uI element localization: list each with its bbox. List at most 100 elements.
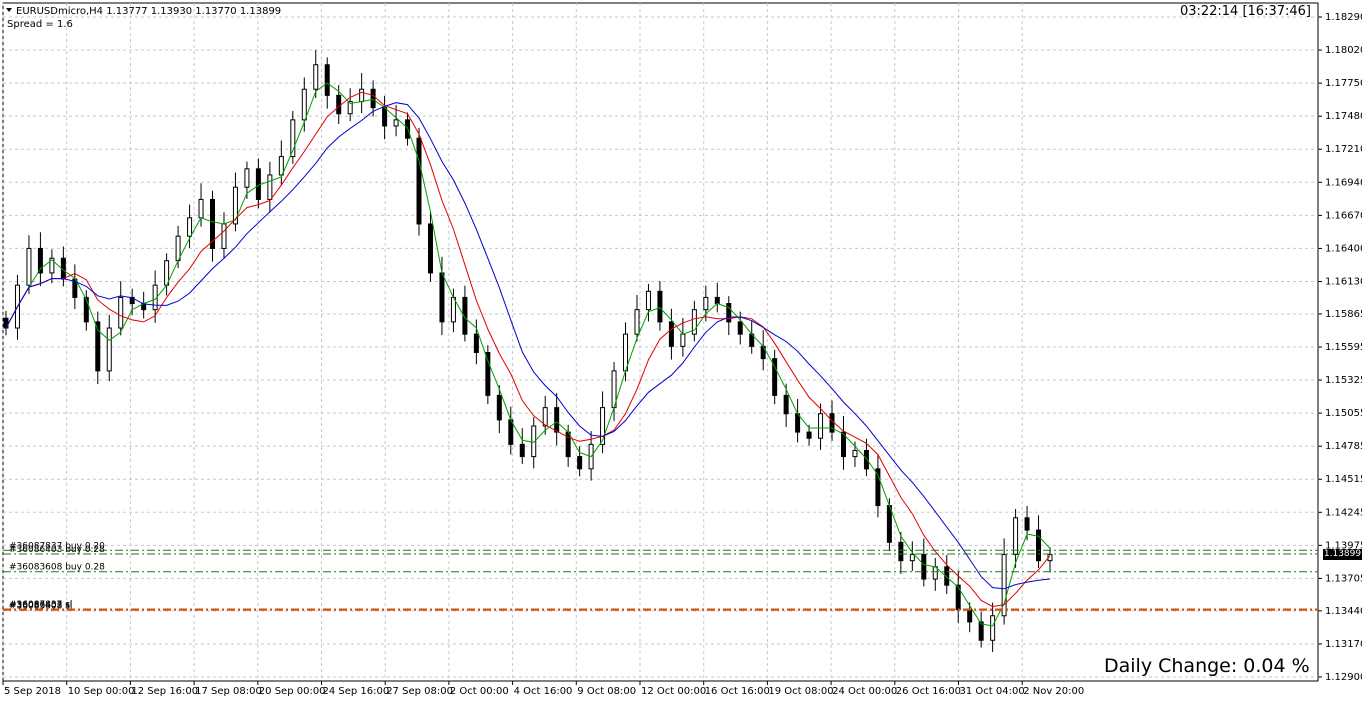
price-axis-label: 1.14785	[1325, 441, 1362, 452]
candle-body	[393, 119, 399, 127]
order-line-label: #36083608 buy 0.28	[9, 563, 105, 573]
candle-body	[519, 443, 525, 458]
candle-body	[118, 296, 124, 329]
candle-body	[313, 64, 319, 90]
candle-body	[278, 156, 284, 176]
candle-body	[886, 505, 892, 543]
price-axis-label: 1.13440	[1325, 606, 1362, 617]
candle-body	[324, 64, 330, 96]
price-axis-label: 1.17210	[1325, 144, 1362, 155]
price-axis-label: 1.15865	[1325, 309, 1362, 320]
candle-body	[382, 107, 388, 127]
candle-body	[967, 609, 973, 623]
price-axis-label: 1.15055	[1325, 408, 1362, 419]
candle-body	[829, 413, 835, 433]
symbol-menu-triangle-icon[interactable]	[6, 8, 12, 12]
candle-body	[336, 94, 342, 115]
candle-body	[783, 394, 789, 415]
candle-body	[496, 394, 502, 421]
time-axis-label: 17 Sep 08:00	[195, 686, 262, 697]
time-axis-label: 26 Oct 16:00	[896, 686, 961, 697]
time-axis-label: 24 Sep 16:00	[323, 686, 390, 697]
candle-body	[187, 217, 193, 237]
candle-body	[600, 407, 606, 445]
price-axis-label: 1.14245	[1325, 507, 1362, 518]
candle-body	[645, 290, 651, 311]
ma-fast-line	[5, 82, 1051, 627]
chart-window[interactable]: 1.18290 1.18020 1.17750 1.17480 1.17210 1.169…	[0, 0, 1362, 701]
price-chart[interactable]: 1.18290 1.18020 1.17750 1.17480 1.17210 1.169…	[0, 0, 1362, 701]
time-axis-label: 9 Oct 08:00	[577, 686, 636, 697]
price-axis-label: 1.13705	[1325, 573, 1362, 584]
candle-body	[198, 198, 204, 219]
time-axis-label: 10 Sep 00:00	[68, 686, 135, 697]
order-line-label: #36086403 buy 0.28	[9, 545, 105, 555]
time-axis-label: 12 Sep 16:00	[131, 686, 198, 697]
candle-body	[668, 321, 674, 347]
candle-body	[301, 88, 307, 121]
ma-mid-line	[5, 91, 1051, 608]
candle-body	[26, 247, 32, 286]
candle-body	[542, 407, 548, 427]
price-axis-label: 1.17750	[1325, 78, 1362, 89]
candle-body	[370, 88, 376, 109]
candle-body	[806, 431, 812, 439]
candle-body	[221, 223, 227, 249]
candle-body	[106, 327, 112, 372]
time-axis-label: 19 Oct 08:00	[768, 686, 833, 697]
candle-body	[863, 449, 869, 470]
candle-body	[990, 615, 996, 641]
current-price-badge: 1.13899	[1323, 549, 1362, 560]
symbol-info: EURUSDmicro,H4 1.13777 1.13930 1.13770 1…	[16, 6, 281, 17]
price-axis-label: 1.12900	[1325, 672, 1362, 683]
price-axis-label: 1.18290	[1325, 12, 1362, 23]
candle-body	[680, 333, 686, 347]
candle-body	[565, 431, 571, 458]
candle-body	[416, 137, 422, 225]
price-axis-label: 1.16400	[1325, 243, 1362, 254]
candle-body	[737, 321, 743, 335]
time-axis-label: 20 Sep 00:00	[259, 686, 326, 697]
candle-body	[577, 456, 583, 470]
time-axis-label: 24 Oct 00:00	[832, 686, 897, 697]
candle-body	[657, 290, 663, 323]
time-axis-label: 2 Oct 00:00	[450, 686, 509, 697]
time-axis-label: 31 Oct 04:00	[960, 686, 1025, 697]
candle-body	[703, 296, 709, 311]
candle-body	[921, 554, 927, 580]
time-axis-label: 4 Oct 16:00	[514, 686, 573, 697]
candle-body	[554, 407, 560, 433]
price-axis-label: 1.14515	[1325, 474, 1362, 485]
candle-body	[818, 413, 824, 439]
candle-body	[83, 296, 89, 323]
candle-body	[255, 168, 261, 200]
time-axis-label: 2 Nov 20:00	[1023, 686, 1084, 697]
price-axis-label: 1.16670	[1325, 210, 1362, 221]
candle-body	[909, 554, 915, 562]
plot-frame	[2, 2, 1319, 682]
server-clock: 03:22:14 [16:37:46]	[1179, 4, 1311, 19]
candle-body	[359, 88, 365, 102]
candle-body	[439, 272, 445, 323]
time-axis-label: 5 Sep 2018	[4, 686, 61, 697]
price-axis-label: 1.16130	[1325, 276, 1362, 287]
price-axis-label: 1.15595	[1325, 342, 1362, 353]
candle-body	[508, 419, 514, 445]
candle-body	[1036, 529, 1042, 562]
candle-body	[1024, 517, 1030, 531]
candle-body	[473, 333, 479, 354]
candle-body	[898, 541, 904, 562]
candle-body	[1013, 517, 1019, 556]
candle-body	[714, 296, 720, 305]
price-axis-label: 1.18020	[1325, 45, 1362, 56]
candle-body	[427, 223, 433, 274]
daily-change-label: Daily Change: 0.04 %	[1104, 655, 1310, 677]
candle-body	[450, 296, 456, 323]
spread-info: Spread = 1.6	[7, 19, 73, 30]
candle-body	[852, 449, 858, 458]
time-axis-label: 27 Sep 08:00	[386, 686, 453, 697]
candle-body	[267, 174, 273, 200]
time-axis-label: 12 Oct 00:00	[641, 686, 706, 697]
candle-body	[3, 317, 9, 329]
time-axis-label: 16 Oct 16:00	[705, 686, 770, 697]
